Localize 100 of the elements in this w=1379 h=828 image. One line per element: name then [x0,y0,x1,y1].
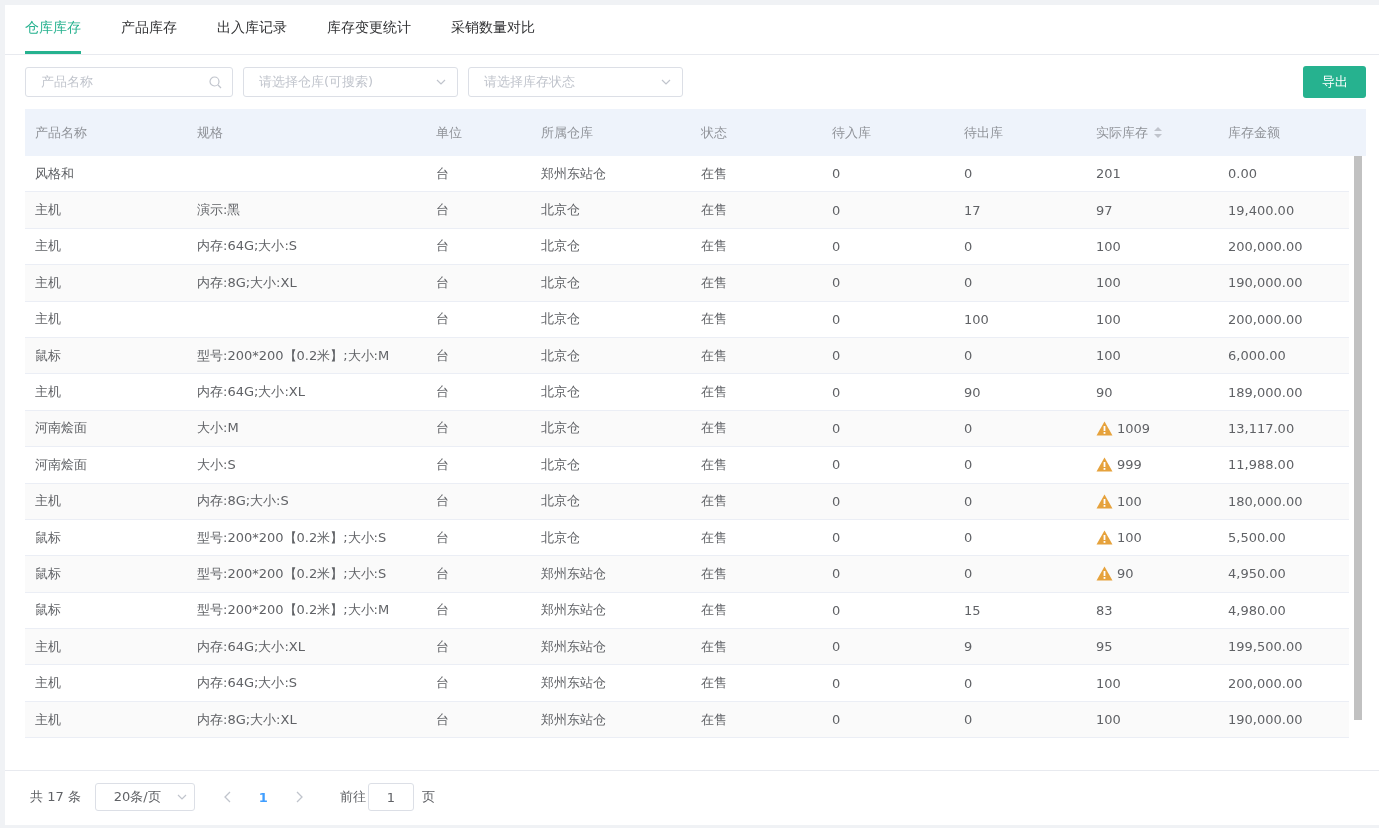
table-cell: 5,500.00 [1228,530,1286,546]
table-cell: 100 [1096,348,1121,364]
page-suffix: 页 [421,788,435,806]
table-cell: 90 [1096,384,1113,400]
sort-icon[interactable] [1154,127,1162,138]
column-title: 库存金额 [1228,123,1280,142]
table-cell: 0 [832,493,841,509]
table-cell: 0 [832,675,841,691]
table-cell: 型号:200*200【0.2米】;大小:S [197,528,387,547]
table-cell: 0 [832,639,841,655]
table-cell: 郑州东站仓 [541,710,606,729]
table-cell: 0 [832,457,841,473]
table-cell: 台 [436,455,449,474]
column-title: 实际库存 [1096,123,1148,142]
column-title: 待出库 [964,123,1003,142]
table-cell: 4,980.00 [1228,602,1286,618]
table-cell: 199,500.00 [1228,639,1303,655]
table-cell: 在售 [701,310,727,329]
table-cell: 台 [436,383,449,402]
tab[interactable]: 库存变更统计 [327,5,411,54]
table-cell: 台 [436,528,449,547]
table-cell: 型号:200*200【0.2米】;大小:M [197,346,390,365]
table-cell: 200,000.00 [1228,238,1303,254]
table-cell: 型号:200*200【0.2米】;大小:S [197,565,387,583]
column-title: 状态 [701,123,727,142]
table-cell: 0 [964,166,973,182]
table-cell: 在售 [701,455,727,474]
table-cell: 风格和 [35,164,74,183]
table-cell: 主机 [35,201,61,220]
table-cell: 主机 [35,383,61,402]
table-cell: 内存:64G;大小:XL [197,383,305,402]
table-cell: 13,117.00 [1228,420,1295,436]
table-cell: 11,988.00 [1228,457,1295,473]
table-cell: 主机 [35,310,61,329]
table-cell: 100 [1096,311,1121,327]
table-cell: 在售 [701,201,727,220]
table-cell: 大小:S [197,455,236,474]
scrollbar-thumb[interactable] [1353,156,1362,720]
table-cell: 在售 [701,346,727,365]
table-cell: 台 [436,201,449,220]
table-cell: 1009 [1117,420,1151,436]
table-cell: 100 [1117,493,1142,509]
table-cell: 北京仓 [541,492,580,511]
table-cell: 主机 [35,710,61,729]
table-cell: 河南烩面 [35,455,87,474]
table-cell: 83 [1096,602,1113,618]
table-cell: 台 [436,637,449,656]
table-cell: 90 [1117,566,1134,582]
table-cell: 100 [1096,712,1121,728]
table-cell: 北京仓 [541,528,580,547]
table-cell: 100 [1096,675,1121,691]
table-cell: 型号:200*200【0.2米】;大小:M [197,601,390,620]
table-cell: 河南烩面 [35,419,87,438]
table-cell: 90 [964,384,981,400]
column-title: 待入库 [832,123,871,142]
table-cell: 0 [964,238,973,254]
page-size-select[interactable]: 20条/页 [94,783,195,811]
page-input[interactable]: 1 [367,783,414,811]
table-cell: 北京仓 [541,346,580,365]
table-cell: 0 [832,420,841,436]
table-cell: 9 [964,639,973,655]
table-cell: 台 [436,601,449,620]
tab[interactable]: 采销数量对比 [451,5,535,54]
tab[interactable]: 产品库存 [121,5,177,54]
table-cell: 北京仓 [541,201,580,220]
table-cell: 在售 [701,492,727,511]
table-cell: 主机 [35,492,61,511]
table-cell: 17 [964,202,981,218]
table-cell: 0 [832,238,841,254]
table-cell: 0 [832,348,841,364]
table-cell: 北京仓 [541,383,580,402]
chevron-left-icon[interactable] [222,791,233,803]
table-cell: 内存:64G;大小:XL [197,637,305,656]
table-cell: 在售 [701,710,727,729]
table-cell: 大小:M [197,419,239,438]
table-cell: 主机 [35,637,61,656]
table-cell: 100 [1096,275,1121,291]
table-cell: 0 [964,530,973,546]
table-cell: 内存:8G;大小:XL [197,710,297,729]
table-cell: 189,000.00 [1228,384,1303,400]
table-cell: 999 [1117,457,1142,473]
table-cell: 内存:64G;大小:S [197,237,297,256]
table-cell: 97 [1096,202,1113,218]
table-cell: 主机 [35,237,61,256]
table-cell: 鼠标 [35,601,61,620]
search-icon [209,75,222,89]
goto-label: 前往 [339,788,366,806]
table-cell: 郑州东站仓 [541,601,606,620]
column-title: 规格 [197,123,223,142]
table-cell: 北京仓 [541,455,580,474]
table-cell: 主机 [35,273,61,292]
tab[interactable]: 出入库记录 [217,5,287,54]
table-cell: 台 [436,710,449,729]
table-cell: 在售 [701,637,727,656]
table-cell: 在售 [701,419,727,438]
table-cell: 在售 [701,164,727,183]
table-cell: 台 [436,419,449,438]
table-cell: 在售 [701,528,727,547]
table-cell: 100 [964,311,989,327]
table-cell: 台 [436,674,449,693]
